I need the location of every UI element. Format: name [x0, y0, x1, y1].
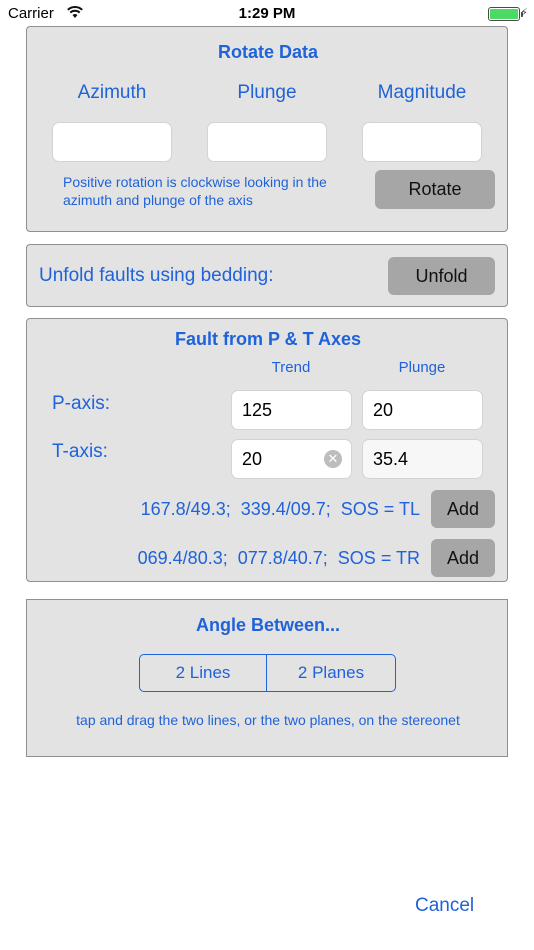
rotate-data-panel: Rotate Data Azimuth Plunge Magnitude Pos…: [26, 26, 508, 232]
unfold-button[interactable]: Unfold: [388, 257, 495, 295]
rotate-button[interactable]: Rotate: [375, 170, 495, 209]
result-row-1: 167.8/49.3; 339.4/09.7; SOS = TL: [140, 499, 420, 519]
azimuth-input[interactable]: [52, 122, 172, 162]
status-bar: Carrier 1:29 PM ⚡: [0, 0, 534, 28]
rotate-title: Rotate Data: [217, 42, 319, 62]
t-axis-label: T-axis:: [52, 441, 108, 462]
plunge-label: Plunge: [237, 82, 297, 103]
angle-title: Angle Between...: [195, 615, 341, 635]
angle-between-panel: Angle Between... 2 Lines 2 Planes tap an…: [26, 599, 508, 757]
cancel-button[interactable]: Cancel: [415, 895, 474, 917]
rotation-note-line1: Positive rotation is clockwise looking i…: [63, 174, 327, 190]
charging-icon: ⚡: [520, 7, 528, 19]
segment-2-planes[interactable]: 2 Planes: [266, 654, 396, 692]
rotation-note-line2: azimuth and plunge of the axis: [63, 192, 253, 208]
fault-panel: Fault from P & T Axes Trend Plunge P-axi…: [26, 318, 508, 582]
battery-icon: [488, 7, 523, 21]
plunge-header: Plunge: [398, 359, 446, 376]
azimuth-label: Azimuth: [77, 82, 147, 103]
rotation-note: Positive rotation is clockwise looking i…: [63, 173, 373, 209]
magnitude-input[interactable]: [362, 122, 482, 162]
unfold-panel: Unfold faults using bedding: Unfold: [26, 244, 508, 307]
add-button-2[interactable]: Add: [431, 539, 495, 577]
p-trend-input[interactable]: 125: [231, 390, 352, 430]
result-row-2: 069.4/80.3; 077.8/40.7; SOS = TR: [137, 548, 420, 568]
t-plunge-input[interactable]: 35.4: [362, 439, 483, 479]
p-plunge-input[interactable]: 20: [362, 390, 483, 430]
p-axis-label: P-axis:: [52, 393, 111, 414]
segment-2-lines[interactable]: 2 Lines: [139, 654, 267, 692]
fault-title: Fault from P & T Axes: [174, 329, 362, 349]
add-button-1[interactable]: Add: [431, 490, 495, 528]
trend-header: Trend: [271, 359, 311, 376]
plunge-input[interactable]: [207, 122, 327, 162]
clock: 1:29 PM: [238, 5, 296, 22]
unfold-label: Unfold faults using bedding:: [39, 265, 274, 286]
clear-text-icon[interactable]: ✕: [324, 450, 342, 468]
magnitude-label: Magnitude: [377, 82, 467, 103]
angle-hint: tap and drag the two lines, or the two p…: [76, 712, 460, 728]
